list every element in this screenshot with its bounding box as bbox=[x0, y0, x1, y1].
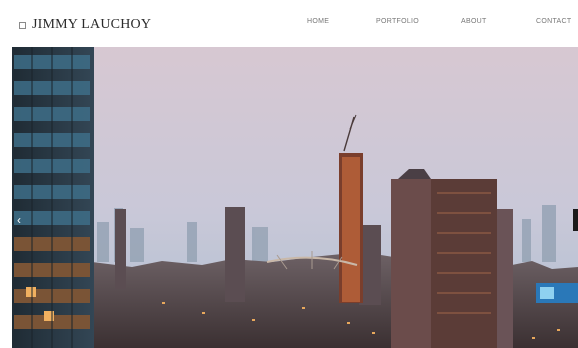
nav-about[interactable]: ABOUT bbox=[461, 18, 487, 25]
tower-right-3 bbox=[497, 209, 513, 348]
nav-home[interactable]: HOME bbox=[307, 18, 329, 25]
top-navigation-bar: JIMMY LAUCHOY HOME PORTFOLIO ABOUT CONTA… bbox=[12, 5, 578, 48]
nav-portfolio[interactable]: PORTFOLIO bbox=[376, 18, 419, 25]
slide-indicator-icon[interactable] bbox=[573, 209, 578, 231]
nav-contact[interactable]: CONTACT bbox=[536, 18, 571, 25]
chevron-left-icon[interactable]: ‹ bbox=[17, 214, 21, 226]
orange-tower-glow bbox=[342, 157, 360, 302]
site-brand[interactable]: JIMMY LAUCHOY bbox=[19, 17, 151, 33]
page: JIMMY LAUCHOY HOME PORTFOLIO ABOUT CONTA… bbox=[0, 0, 578, 348]
square-icon bbox=[19, 21, 26, 29]
city-skyline-photo bbox=[12, 47, 578, 348]
site-title[interactable]: JIMMY LAUCHOY bbox=[32, 17, 151, 33]
tower-right-1 bbox=[391, 179, 431, 348]
hero-image: ‹ bbox=[12, 47, 578, 348]
billboard-panel bbox=[540, 287, 554, 299]
tower-right-2 bbox=[431, 179, 497, 348]
